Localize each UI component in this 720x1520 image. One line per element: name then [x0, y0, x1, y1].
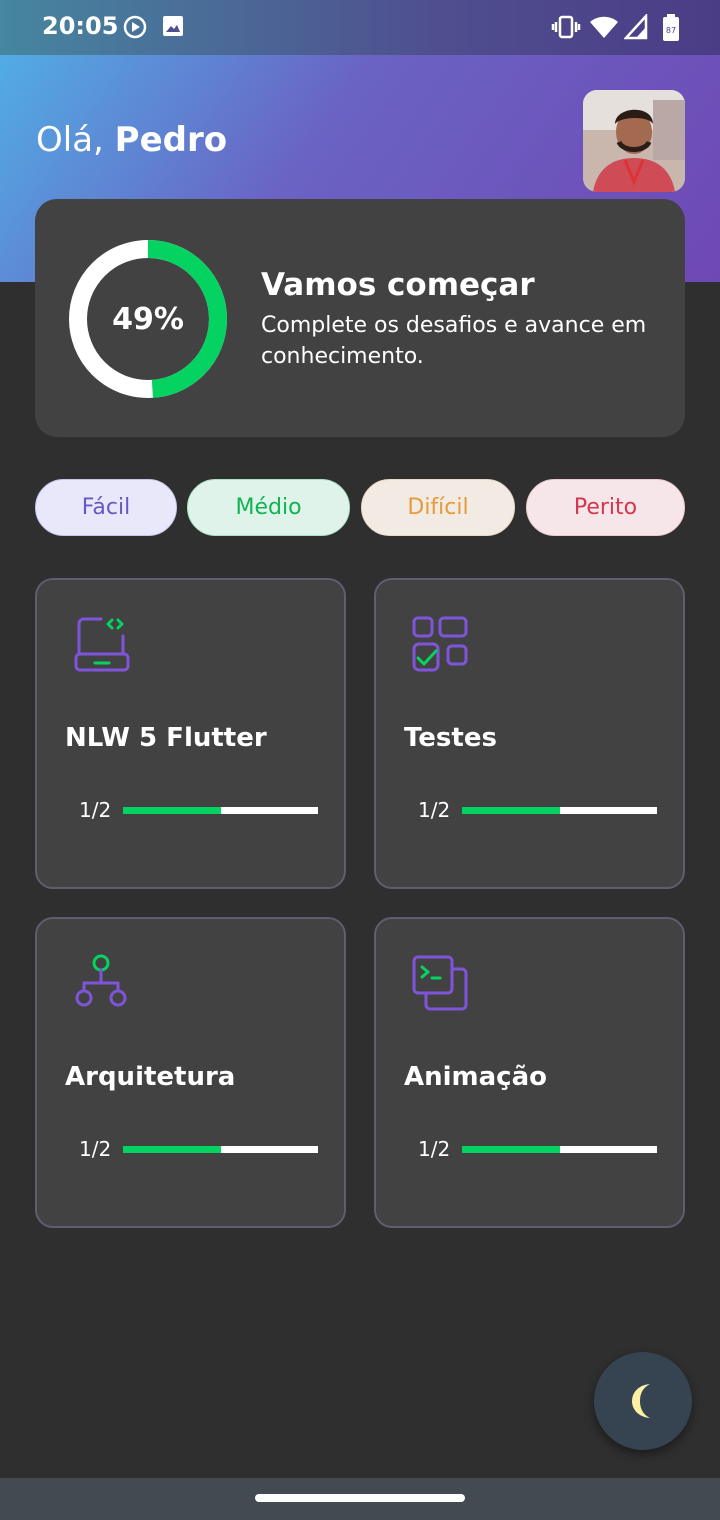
status-bar: 20:05 87	[0, 0, 720, 55]
quiz-progress-fill	[462, 1146, 560, 1153]
level-chip-perito[interactable]: Perito	[526, 479, 685, 536]
moon-icon	[632, 1384, 650, 1418]
greeting-prefix: Olá,	[36, 120, 115, 160]
battery-level-text: 87	[666, 26, 676, 35]
quiz-progress-bar	[123, 807, 318, 814]
quiz-progress-bar	[462, 1146, 657, 1153]
level-chip-medio[interactable]: Médio	[187, 479, 350, 536]
quiz-progress-bar	[123, 1146, 318, 1153]
checklist-grid-icon	[412, 616, 468, 672]
quiz-title: Arquitetura	[65, 1062, 236, 1092]
level-chip-label: Fácil	[81, 495, 131, 520]
level-chip-dificil[interactable]: Difícil	[361, 479, 515, 536]
quiz-card[interactable]: Arquitetura 1/2	[35, 917, 346, 1228]
laptop-code-icon	[74, 617, 130, 672]
vibrate-icon	[551, 15, 581, 39]
battery-icon: 87	[663, 14, 679, 41]
score-subtitle: Complete os desafios e avance em conheci…	[261, 313, 647, 369]
level-chip-label: Perito	[573, 495, 638, 520]
score-percent: 49%	[112, 301, 184, 337]
quiz-progress-label: 1/2	[79, 798, 112, 822]
quiz-progress-fill	[123, 807, 221, 814]
level-chip-label: Médio	[235, 495, 302, 520]
image-icon	[163, 16, 183, 36]
play-circle-icon	[123, 15, 147, 39]
quiz-title: Testes	[404, 723, 497, 753]
quiz-progress-bar	[462, 807, 657, 814]
quiz-card[interactable]: Animação 1/2	[374, 917, 685, 1228]
quiz-progress-label: 1/2	[79, 1137, 112, 1161]
score-title: Vamos começar	[261, 267, 535, 303]
level-chip-label: Difícil	[407, 495, 469, 520]
quiz-progress-label: 1/2	[418, 798, 451, 822]
quiz-card[interactable]: NLW 5 Flutter 1/2	[35, 578, 346, 889]
level-chip-facil[interactable]: Fácil	[35, 479, 177, 536]
status-time: 20:05	[42, 12, 119, 40]
signal-icon	[624, 14, 648, 40]
quiz-progress-fill	[123, 1146, 221, 1153]
quiz-title: Animação	[404, 1062, 547, 1092]
hierarchy-icon	[75, 954, 127, 1007]
home-gesture-handle[interactable]	[255, 1494, 465, 1502]
avatar[interactable]	[583, 90, 685, 192]
quiz-card[interactable]: Testes 1/2	[374, 578, 685, 889]
terminal-icon	[412, 955, 468, 1011]
score-card: 49% Vamos começar Complete os desafios e…	[35, 199, 685, 437]
greeting: Olá, Pedro	[36, 120, 227, 160]
quiz-progress-fill	[462, 807, 560, 814]
system-navigation-bar	[0, 1478, 720, 1520]
avatar-photo	[583, 90, 685, 192]
quiz-title: NLW 5 Flutter	[65, 723, 267, 753]
quiz-progress-label: 1/2	[418, 1137, 451, 1161]
wifi-icon	[590, 16, 618, 38]
user-name: Pedro	[114, 120, 228, 160]
theme-toggle-button[interactable]	[594, 1352, 692, 1450]
